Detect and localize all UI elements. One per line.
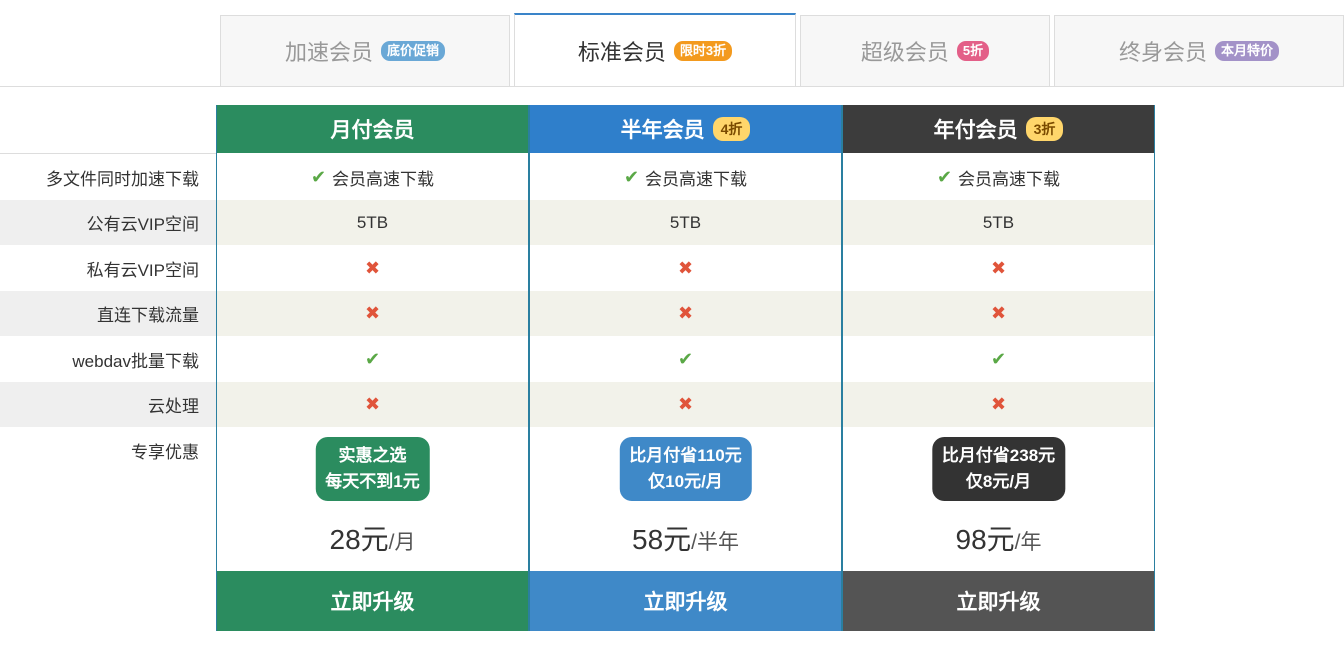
plan-halfyear: 半年会员 4折 ✔ 会员高速下载 5TB ✖ ✖ ✔ ✖ 比月付省110元 仅1… xyxy=(529,105,842,631)
cross-icon: ✖ xyxy=(364,303,381,323)
check-icon: ✔ xyxy=(310,166,327,187)
tab-label: 终身会员 xyxy=(1118,40,1207,65)
price: 58元/半年 xyxy=(529,518,842,558)
tab-badge: 限时3折 xyxy=(673,40,733,61)
feature-accel-text: 会员高速下载 xyxy=(332,169,435,189)
feature-accel-text: 会员高速下载 xyxy=(645,169,748,189)
upgrade-button[interactable]: 立即升级 xyxy=(216,571,529,631)
offer-badge: 比月付省110元 仅10元/月 xyxy=(619,437,752,501)
offer-line2: 每天不到1元 xyxy=(325,472,420,491)
feature-cloud: ✖ xyxy=(842,382,1155,427)
tab-badge: 5折 xyxy=(956,41,990,61)
feature-accel: ✔ 会员高速下载 xyxy=(842,154,1155,200)
feature-accel: ✔ 会员高速下载 xyxy=(529,154,842,200)
row-label-public-space: 公有云VIP空间 xyxy=(0,200,216,245)
feature-private-space: ✖ xyxy=(842,245,1155,291)
tab-label: 超级会员 xyxy=(860,40,949,65)
row-label-accel: 多文件同时加速下载 xyxy=(46,169,199,189)
check-icon: ✔ xyxy=(364,348,381,369)
feature-public-space: 5TB xyxy=(529,200,842,245)
feature-webdav: ✔ xyxy=(842,336,1155,382)
plan-monthly: 月付会员 ✔ 会员高速下载 5TB ✖ ✖ ✔ ✖ 实惠之选 每天不到1元 28… xyxy=(216,105,529,631)
tab-super[interactable]: 超级会员 5折 xyxy=(800,15,1050,86)
row-label-offer: 专享优惠 xyxy=(131,442,199,462)
cross-icon: ✖ xyxy=(677,394,694,414)
offer-badge: 实惠之选 每天不到1元 xyxy=(315,437,430,501)
offer-badge: 比月付省238元 仅8元/月 xyxy=(931,437,1066,501)
offer-line1: 比月付省238元 xyxy=(941,446,1056,465)
plan-yearly: 年付会员 3折 ✔ 会员高速下载 5TB ✖ ✖ ✔ ✖ 比月付省238元 仅8… xyxy=(842,105,1155,631)
tab-label: 加速会员 xyxy=(284,40,373,65)
tab-badge: 本月特价 xyxy=(1215,41,1280,61)
price-amount: 58元 xyxy=(632,524,692,555)
tab-lifetime[interactable]: 终身会员 本月特价 xyxy=(1054,15,1344,86)
price-unit: /年 xyxy=(1014,531,1042,554)
row-label-cloud: 云处理 xyxy=(0,382,216,427)
feature-public-space: 5TB xyxy=(842,200,1155,245)
offer-line2: 仅8元/月 xyxy=(965,472,1032,491)
tab-label: 标准会员 xyxy=(577,39,666,65)
check-icon: ✔ xyxy=(623,166,640,187)
offer-line1: 比月付省110元 xyxy=(629,446,742,465)
plan-name: 半年会员 xyxy=(620,119,705,142)
tabbar-divider xyxy=(0,86,1344,87)
offer-line2: 仅10元/月 xyxy=(648,472,723,491)
plan-header: 月付会员 xyxy=(216,105,529,153)
cross-icon: ✖ xyxy=(677,257,694,278)
row-label-webdav: webdav批量下载 xyxy=(72,351,199,371)
discount-badge: 3折 xyxy=(1025,117,1064,141)
row-label-private-space: 私有云VIP空间 xyxy=(86,260,199,280)
price-unit: /月 xyxy=(388,531,416,554)
row-label-direct-traffic: 直连下载流量 xyxy=(0,291,216,336)
upgrade-button[interactable]: 立即升级 xyxy=(529,571,842,631)
check-icon: ✔ xyxy=(990,348,1007,369)
upgrade-button[interactable]: 立即升级 xyxy=(842,571,1155,631)
price-unit: /半年 xyxy=(691,531,739,554)
cross-icon: ✖ xyxy=(364,394,381,414)
plan-name: 年付会员 xyxy=(933,119,1018,142)
offer-line1: 实惠之选 xyxy=(338,446,407,465)
cross-icon: ✖ xyxy=(364,257,381,278)
feature-cloud: ✖ xyxy=(529,382,842,427)
cross-icon: ✖ xyxy=(990,257,1007,278)
feature-cloud: ✖ xyxy=(216,382,529,427)
feature-private-space: ✖ xyxy=(216,245,529,291)
price: 98元/年 xyxy=(842,518,1155,558)
feature-accel-text: 会员高速下载 xyxy=(958,169,1061,189)
plan-header: 年付会员 3折 xyxy=(842,105,1155,153)
price-amount: 98元 xyxy=(955,524,1015,555)
cross-icon: ✖ xyxy=(990,303,1007,323)
price-amount: 28元 xyxy=(329,524,389,555)
membership-tabbar: 加速会员 底价促销 标准会员 限时3折 超级会员 5折 终身会员 本月特价 xyxy=(0,0,1344,87)
feature-public-space: 5TB xyxy=(216,200,529,245)
feature-direct-traffic: ✖ xyxy=(529,291,842,336)
tab-accelerate[interactable]: 加速会员 底价促销 xyxy=(220,15,510,86)
feature-direct-traffic: ✖ xyxy=(216,291,529,336)
check-icon: ✔ xyxy=(677,348,694,369)
feature-webdav: ✔ xyxy=(529,336,842,382)
price: 28元/月 xyxy=(216,518,529,558)
cross-icon: ✖ xyxy=(990,394,1007,414)
plan-header: 半年会员 4折 xyxy=(529,105,842,153)
tab-badge: 底价促销 xyxy=(381,41,446,61)
cross-icon: ✖ xyxy=(677,303,694,323)
feature-private-space: ✖ xyxy=(529,245,842,291)
check-icon: ✔ xyxy=(936,166,953,187)
feature-webdav: ✔ xyxy=(216,336,529,382)
feature-direct-traffic: ✖ xyxy=(842,291,1155,336)
plan-name: 月付会员 xyxy=(330,119,415,142)
feature-accel: ✔ 会员高速下载 xyxy=(216,154,529,200)
discount-badge: 4折 xyxy=(712,117,751,141)
tab-standard[interactable]: 标准会员 限时3折 xyxy=(514,13,796,86)
